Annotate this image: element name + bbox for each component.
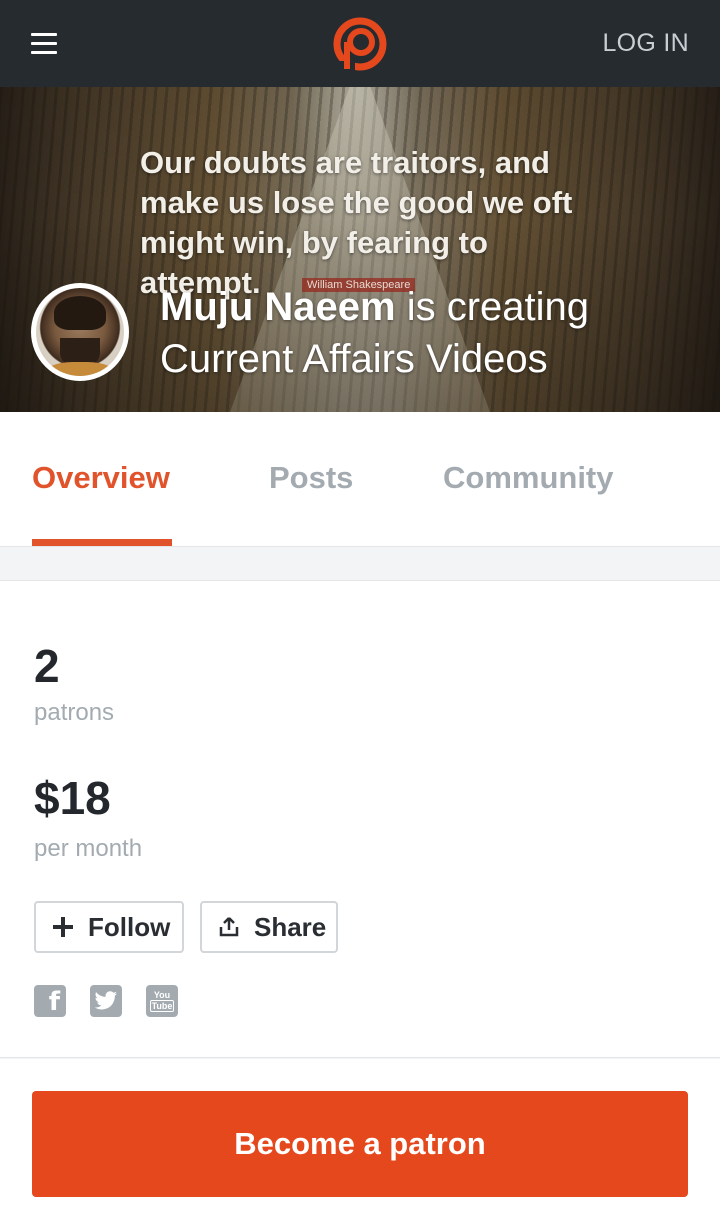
creating-text: is creating (395, 285, 590, 329)
follow-button[interactable]: Follow (34, 901, 184, 953)
avatar-photo (36, 288, 124, 376)
login-link[interactable]: LOG IN (602, 29, 689, 58)
project-title: Current Affairs Videos (160, 337, 548, 381)
stats-card: 2 patrons $18 per month Follow Share f Y… (0, 580, 720, 1058)
hamburger-menu-icon[interactable] (31, 33, 57, 57)
monthly-amount: $18 (34, 772, 111, 824)
share-button[interactable]: Share (200, 901, 338, 953)
top-bar: LOG IN (0, 0, 720, 87)
avatar[interactable] (31, 283, 129, 381)
follow-label: Follow (88, 911, 171, 942)
tab-posts[interactable]: Posts (269, 460, 353, 496)
share-label: Share (254, 911, 327, 942)
share-icon (218, 916, 240, 938)
patrons-label: patrons (34, 699, 115, 726)
active-tab-indicator (32, 539, 172, 546)
facebook-icon[interactable]: f (34, 985, 66, 1017)
monthly-amount-label: per month (34, 835, 143, 862)
tab-overview[interactable]: Overview (32, 460, 170, 496)
patrons-count: 2 (34, 640, 60, 692)
twitter-icon[interactable] (90, 985, 122, 1017)
tab-bar: Overview Posts Community (0, 412, 720, 547)
youtube-icon[interactable]: You Tube (146, 985, 178, 1017)
become-patron-button[interactable]: Become a patron (32, 1091, 688, 1197)
plus-icon (52, 916, 74, 938)
creator-name[interactable]: Muju Naeem (160, 285, 396, 329)
tab-community[interactable]: Community (443, 460, 614, 496)
creator-headline: Muju Naeem is creating Current Affairs V… (160, 281, 700, 385)
patreon-logo-icon[interactable] (331, 15, 389, 73)
hero-banner: Our doubts are traitors, and make us los… (0, 87, 720, 412)
